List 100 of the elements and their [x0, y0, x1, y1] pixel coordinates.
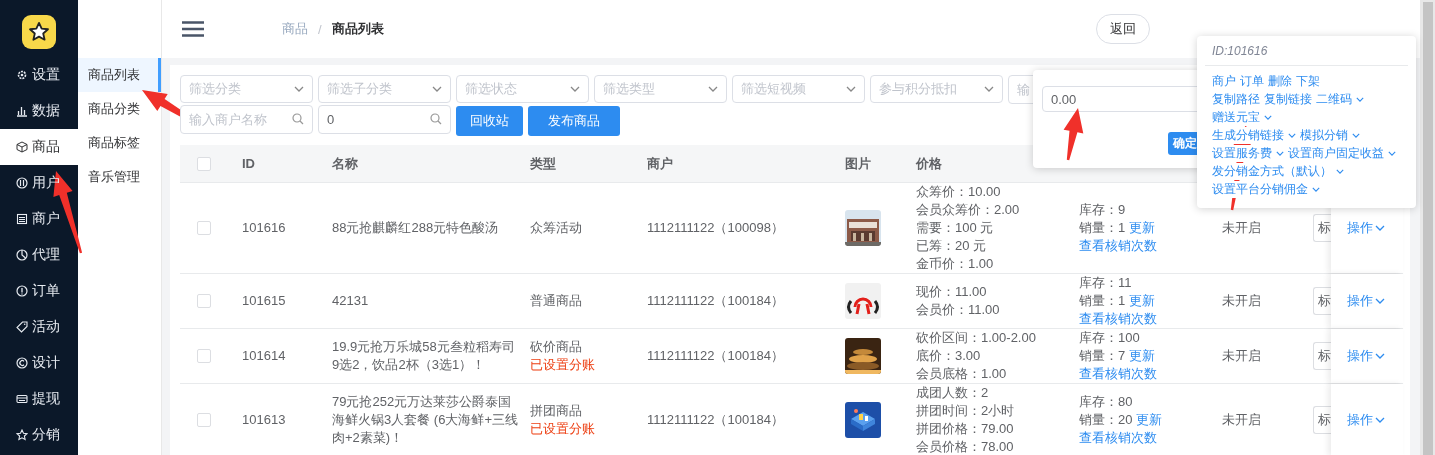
price-text: 底价：3.00 [916, 347, 982, 365]
update-link[interactable]: 更新 [1136, 412, 1163, 427]
column-header: ID [242, 154, 256, 173]
price-text: 已筹：20 元 [916, 237, 988, 255]
menu-link[interactable]: 二维码 [1316, 90, 1364, 108]
status-text: 未开启 [1222, 347, 1262, 365]
checkbox[interactable] [197, 156, 211, 171]
table-cell-text: 砍价商品 [530, 338, 583, 356]
price-text: 众筹价：10.00 [916, 183, 1002, 201]
table-cell-text: 79元抢252元万达莱莎公爵泰国海鲜火锅3人套餐 (6大海鲜+三线肉+2素菜)！ [332, 393, 519, 447]
menu-link[interactable]: 模拟分销 [1300, 126, 1360, 144]
breadcrumb-separator: / [318, 21, 322, 37]
stock-text: 库存：100 [1079, 329, 1141, 347]
sales-text: 销量：1 [1079, 220, 1126, 235]
sales-text: 销量：20 [1079, 412, 1133, 427]
tag-button[interactable]: 标 [1313, 342, 1331, 370]
submenu-item[interactable]: 商品标签 [78, 126, 161, 160]
price-text: 需要：100 元 [916, 219, 995, 237]
search-field[interactable]: 0 [318, 105, 451, 134]
sidebar-item[interactable]: 订单 [0, 273, 78, 309]
chevron-down-icon [708, 86, 718, 92]
search-icon [292, 113, 304, 125]
bar-chart-icon [16, 105, 28, 117]
menu-link[interactable]: 发分销金方式（默认） [1212, 162, 1344, 180]
sidebar-item[interactable]: 商品 [0, 129, 78, 165]
scrollbar[interactable] [1420, 0, 1435, 455]
chevron-down-icon [1375, 353, 1385, 359]
table-cell-text: 101614 [242, 347, 287, 365]
update-link[interactable]: 更新 [1128, 348, 1155, 363]
menu-link[interactable]: 赠送元宝 [1212, 108, 1272, 126]
update-link[interactable]: 更新 [1128, 220, 1155, 235]
sidebar-item[interactable]: 代理 [0, 237, 78, 273]
tag-icon [16, 321, 28, 333]
menu-link[interactable]: 生成分销链接 [1212, 126, 1296, 144]
sidebar-item[interactable]: 商户 [0, 201, 78, 237]
submenu-item[interactable]: 音乐管理 [78, 160, 161, 194]
menu-link[interactable]: 下架 [1296, 72, 1320, 90]
price-text: 会员底格：1.00 [916, 365, 1008, 383]
price-text: 砍价区间：1.00-2.00 [916, 329, 1037, 347]
table-cell-text: 19.9元抢万乐城58元叁粒稻寿司9选2，饮品2杯（3选1）！ [332, 338, 516, 374]
verify-count-link[interactable]: 查看核销次数 [1079, 237, 1212, 255]
sidebar-item[interactable]: 数据 [0, 93, 78, 129]
price-text: 拼团时间：2小时 [916, 402, 1016, 420]
price-text: 会员价格：78.00 [916, 438, 1015, 455]
action-dropdown[interactable]: 操作 [1347, 347, 1385, 365]
table-cell-text: 1112111122（100184） [647, 292, 785, 310]
sidebar-item[interactable]: 设置 [0, 57, 78, 93]
action-dropdown[interactable]: 操作 [1347, 411, 1385, 429]
checkbox[interactable] [197, 349, 211, 363]
column-header: 名称 [332, 154, 359, 173]
action-dropdown[interactable]: 操作 [1347, 219, 1385, 237]
tag-button[interactable]: 标 [1313, 406, 1331, 434]
menu-link[interactable]: 设置平台分销佣金 [1212, 180, 1320, 198]
tag-button[interactable]: 标 [1313, 287, 1331, 315]
action-dropdown[interactable]: 操作 [1347, 292, 1385, 310]
search-field[interactable]: 输入商户名称 [180, 105, 313, 134]
price-text: 拼团价格：79.00 [916, 420, 1015, 438]
chevron-down-icon [1388, 150, 1396, 156]
update-link[interactable]: 更新 [1128, 293, 1155, 308]
chevron-down-icon [1375, 225, 1385, 231]
sales-text: 销量：7 [1079, 348, 1126, 363]
verify-count-link[interactable]: 查看核销次数 [1079, 310, 1212, 328]
cube-icon [16, 141, 28, 153]
checkbox[interactable] [197, 294, 211, 308]
chevron-down-icon [1336, 168, 1344, 174]
breadcrumb-link[interactable]: 商品 [282, 20, 308, 38]
recycle-bin-button[interactable]: 回收站 [456, 106, 523, 136]
menu-link[interactable]: 复制路径 [1212, 90, 1260, 108]
submenu-item[interactable]: 商品分类 [78, 92, 161, 126]
chevron-down-icon [1312, 186, 1320, 192]
menu-link[interactable]: 订单 [1240, 72, 1264, 90]
gear-icon [16, 69, 28, 81]
tag-button[interactable]: 标 [1313, 214, 1331, 242]
sidebar-item[interactable]: 活动 [0, 309, 78, 345]
info-icon [16, 285, 28, 297]
menu-link[interactable]: 复制链接 [1264, 90, 1312, 108]
back-button[interactable]: 返回 [1096, 14, 1150, 44]
price-text: 现价：11.00 [916, 283, 988, 301]
submenu-item[interactable]: 商品列表 [78, 58, 161, 92]
menu-link[interactable]: 删除 [1268, 72, 1292, 90]
checkbox[interactable] [197, 221, 211, 235]
table-cell-text: 1112111122（100098） [647, 219, 785, 237]
table-cell-text: 101616 [242, 219, 287, 237]
sidebar-item[interactable]: 设计 [0, 345, 78, 381]
chevron-down-icon [294, 86, 304, 92]
sidebar-item[interactable]: 提现 [0, 381, 78, 417]
publish-button[interactable]: 发布商品 [528, 106, 620, 136]
status-text: 未开启 [1222, 292, 1262, 310]
menu-link[interactable]: 商户 [1212, 72, 1236, 90]
sidebar-item[interactable]: 分销 [0, 417, 78, 453]
menu-link[interactable]: 设置商户固定收益 [1288, 144, 1396, 162]
table-cell-text: 101615 [242, 292, 287, 310]
status-text: 未开启 [1222, 411, 1262, 429]
star-icon [16, 429, 28, 441]
verify-count-link[interactable]: 查看核销次数 [1079, 365, 1212, 383]
verify-count-link[interactable]: 查看核销次数 [1079, 429, 1212, 447]
price-text: 金币价：1.00 [916, 255, 995, 273]
menu-icon[interactable] [182, 21, 204, 37]
menu-link[interactable]: 设置服务费 [1212, 144, 1284, 162]
checkbox[interactable] [197, 413, 211, 427]
